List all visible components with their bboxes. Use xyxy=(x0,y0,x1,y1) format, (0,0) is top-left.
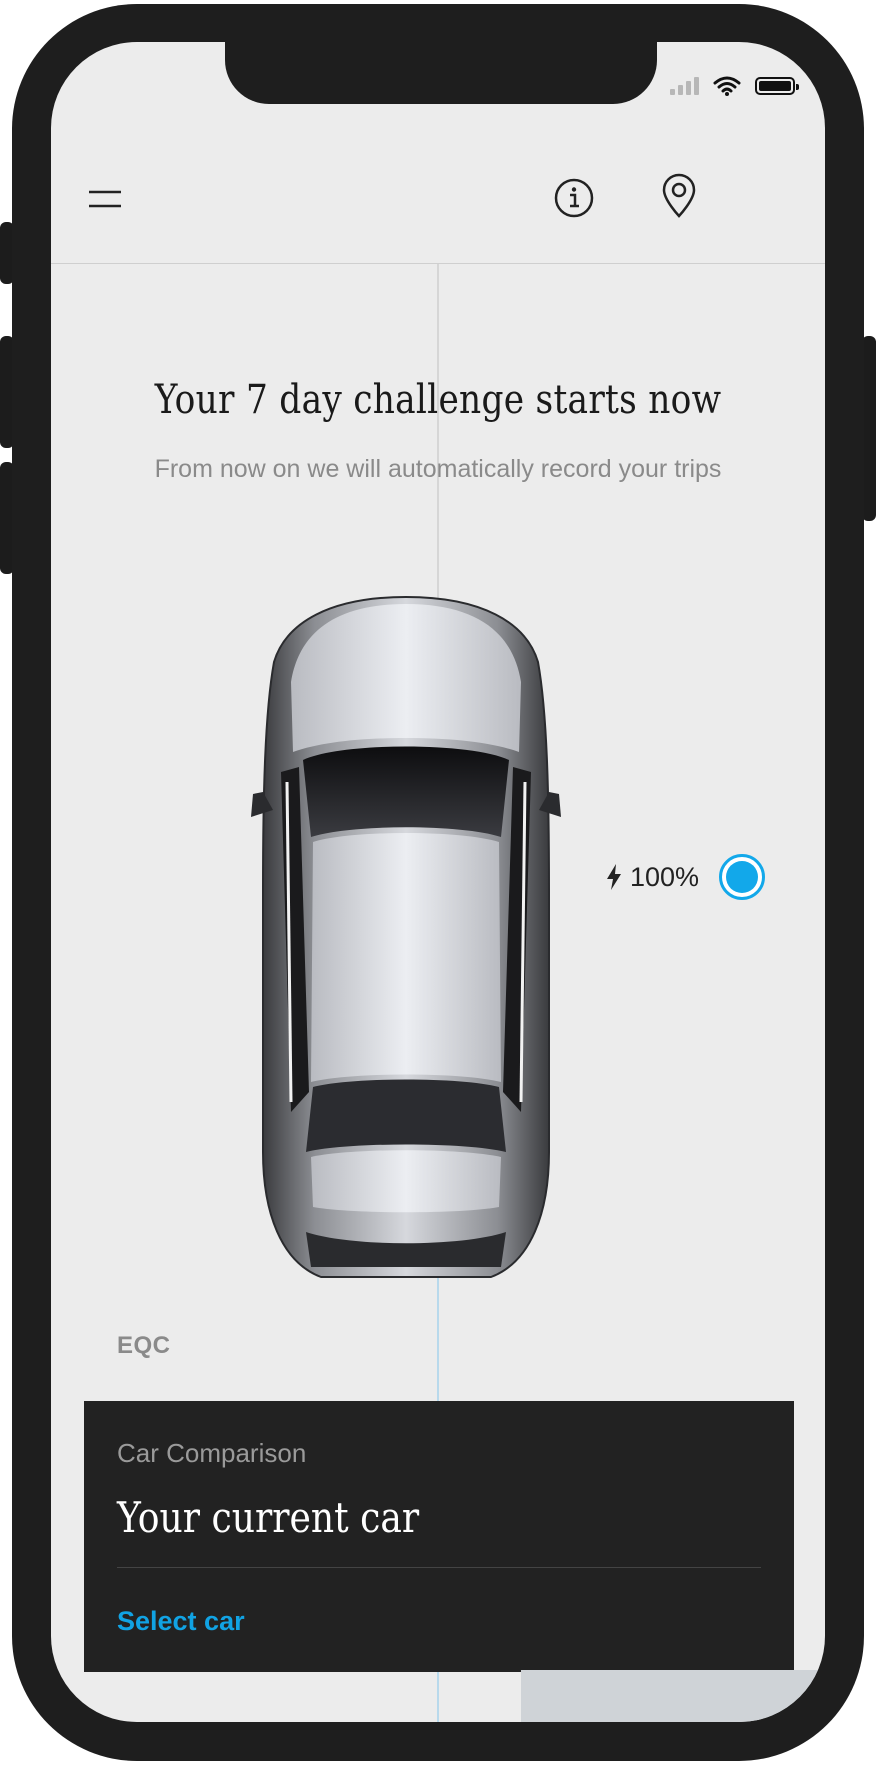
battery-status: 100% xyxy=(606,854,766,900)
location-pin-icon[interactable] xyxy=(657,172,701,220)
card-label: Car Comparison xyxy=(117,1438,307,1468)
vehicle-selected-indicator[interactable] xyxy=(719,854,766,900)
challenge-subtitle: From now on we will automatically record… xyxy=(154,455,722,483)
battery-level: 100% xyxy=(630,861,700,892)
power-button xyxy=(862,336,876,521)
info-icon[interactable] xyxy=(552,176,596,220)
wifi-icon xyxy=(713,76,741,96)
cellular-signal-icon xyxy=(670,77,699,95)
lightning-bolt-icon xyxy=(607,864,621,890)
challenge-title: Your 7 day challenge starts now xyxy=(154,377,722,423)
notch xyxy=(225,42,657,104)
card-title: Your current car xyxy=(117,1493,420,1542)
hamburger-menu-icon[interactable] xyxy=(81,182,129,216)
battery-icon xyxy=(755,77,799,95)
vehicle-model-label: EQC xyxy=(117,1332,171,1359)
car-top-view-image xyxy=(251,595,561,1278)
app-screen: Your 7 day challenge starts now From now… xyxy=(51,42,825,1722)
car-comparison-card: Car Comparison Your current car Select c… xyxy=(84,1401,794,1672)
select-car-link[interactable]: Select car xyxy=(117,1606,245,1637)
card-divider xyxy=(117,1567,761,1568)
phone-mockup: Your 7 day challenge starts now From now… xyxy=(0,0,876,1765)
next-card-peek xyxy=(521,1670,825,1722)
app-header xyxy=(51,142,825,264)
status-bar xyxy=(670,76,799,96)
